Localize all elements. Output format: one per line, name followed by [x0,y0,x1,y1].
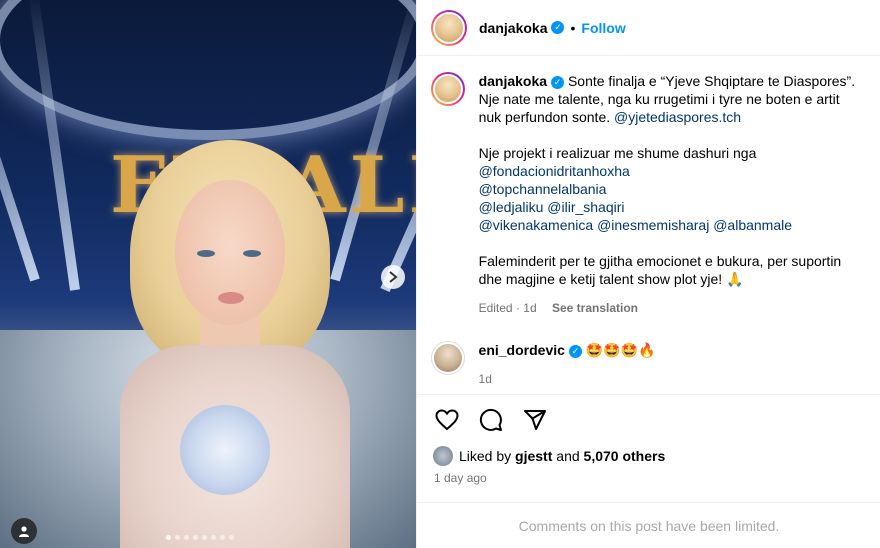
caption-line1: Sonte finalja e “Yjeve Shqiptare te Dias… [567,73,856,89]
share-button[interactable] [521,406,549,434]
carousel-dot [166,535,171,540]
rose-detail [180,405,270,495]
carousel-dot [184,535,189,540]
carousel-dot [193,535,198,540]
caption-para3: Faleminderit per te gjitha emocionet e b… [479,252,865,289]
caption-meta: Edited · 1d See translation [479,299,865,317]
post-date: 1 day ago [434,471,487,485]
mention-link[interactable]: @fondacionidritanhoxha [479,163,630,179]
next-image-button[interactable] [381,265,405,289]
mention-link[interactable]: @ilir_shaqiri [547,199,624,215]
stage-ring [0,0,416,140]
comment-icon [479,408,502,431]
dress [120,345,350,548]
verified-icon: ✓ [551,21,565,34]
comment-time: 1d [478,372,492,386]
caption-body: danjakoka ✓ Sonte finalja e “Yjeve Shqipt… [479,72,865,317]
carousel-dots [166,535,234,540]
post-panel: danjakoka ✓ • Follow danjakoka ✓ Sonte fi… [416,0,880,548]
mention-link[interactable]: @albanmale [713,217,792,233]
see-translation-button[interactable]: See translation [552,301,638,315]
eye [243,250,261,257]
mention-link[interactable]: @vikenakamenica [479,217,594,233]
follow-button[interactable]: Follow [581,20,625,36]
like-button[interactable] [433,406,461,434]
caption-para2: Nje projekt i realizuar me shume dashuri… [479,144,865,234]
caption-username[interactable]: danjakoka [479,73,547,89]
caption-avatar[interactable] [431,72,465,106]
carousel-dot [175,535,180,540]
author-avatar[interactable] [431,9,467,46]
separator: • [570,19,576,36]
post-actions [417,394,880,444]
liked-by-label: Liked by [459,448,512,464]
user-tag-icon [19,526,29,537]
face [175,180,285,325]
commenter-username[interactable]: eni_dordevic [479,342,565,358]
mention-link[interactable]: @ledjaliku [479,199,544,215]
likes-summary: Liked by gjestt and 5,070 others [433,446,665,466]
likes-count-button[interactable]: 5,070 others [584,448,666,464]
and-label: and [556,448,580,464]
carousel-dot [202,535,207,540]
carousel-dot [211,535,216,540]
caption: danjakoka ✓ Sonte finalja e “Yjeve Shqipt… [431,72,865,317]
author-username[interactable]: danjakoka [479,20,547,36]
pray-emoji: 🙏 [726,272,744,288]
caption-para3-text: Faleminderit per te gjitha emocionet e b… [478,253,842,287]
commenter-avatar[interactable] [431,341,465,375]
liker-username[interactable]: gjestt [515,448,552,464]
photo-subject [100,140,360,548]
carousel-dot [229,535,234,540]
liker-avatar[interactable] [433,446,453,466]
user-tags-button[interactable] [11,518,37,544]
comment-item: eni_dordevic ✓ 🤩🤩🤩🔥 1d [431,341,865,388]
comment-text: 🤩🤩🤩🔥 [585,343,656,359]
lips [218,292,244,304]
comment-body: eni_dordevic ✓ 🤩🤩🤩🔥 1d [479,341,865,388]
comments-section: danjakoka ✓ Sonte finalja e “Yjeve Shqipt… [417,56,880,386]
share-icon [524,409,546,430]
carousel-dot [220,535,225,540]
heart-icon [435,408,459,430]
mention-link[interactable]: @yjetediaspores.tch [614,109,741,125]
post-header: danjakoka ✓ • Follow [417,0,880,56]
mention-link[interactable]: @inesmemisharaj [597,217,709,233]
caption-para2-text: Nje projekt i realizuar me shume dashuri… [478,145,757,161]
comment-button[interactable] [477,406,505,434]
verified-icon: ✓ [551,75,565,89]
mention-link[interactable]: @topchannelalbania [479,181,607,197]
chevron-right-icon [389,271,398,283]
comments-limited-notice: Comments on this post have been limited. [417,502,880,548]
post-media[interactable]: FINALE [0,0,416,548]
edited-label: Edited · 1d [478,301,537,315]
eye [197,250,215,257]
verified-icon: ✓ [568,344,582,358]
